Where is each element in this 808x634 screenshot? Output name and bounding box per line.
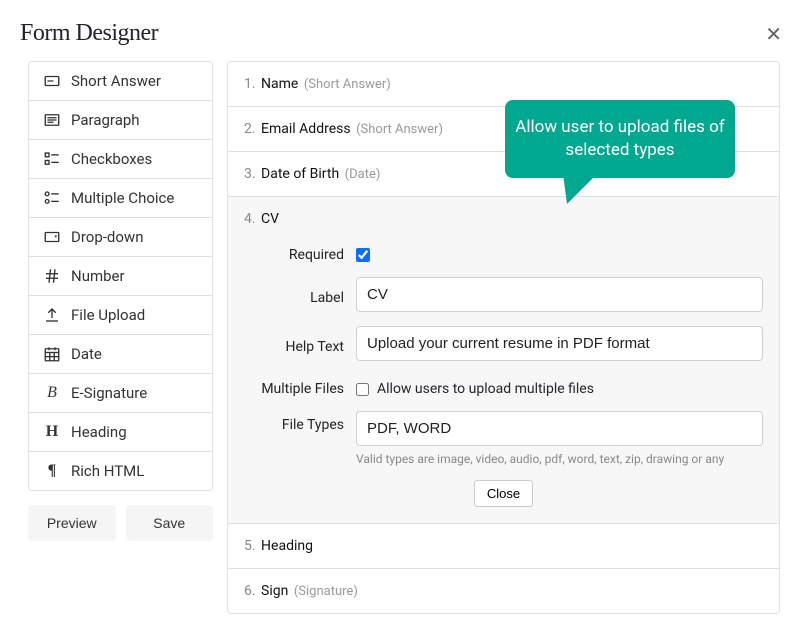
field-type-file-upload[interactable]: File Upload [29,296,212,335]
date-icon [43,345,61,363]
field-number: 6. [244,583,256,599]
file-types-help: Valid types are image, video, audio, pdf… [356,452,763,466]
heading-icon: H [43,423,61,441]
field-type-e-signature[interactable]: B E-Signature [29,374,212,413]
field-type-paragraph[interactable]: Paragraph [29,101,212,140]
drop-down-icon [43,228,61,246]
multiple-files-label: Multiple Files [244,375,344,397]
paragraph-icon [43,111,61,129]
field-hint: (Signature) [294,584,358,599]
field-row-heading[interactable]: 5. Heading [228,524,779,569]
field-type-label: Checkboxes [71,150,152,168]
multiple-files-checkbox[interactable] [356,383,369,396]
field-type-label: Rich HTML [71,462,144,480]
field-name: CV [261,211,279,227]
close-editor-button[interactable]: Close [474,480,533,507]
field-number: 5. [244,538,256,554]
field-type-multiple-choice[interactable]: Multiple Choice [29,179,212,218]
help-text-input[interactable] [356,326,763,361]
label-label: Label [244,284,344,306]
page-title: Form Designer [20,20,158,47]
field-type-label: Heading [71,423,127,441]
required-label: Required [244,241,344,263]
field-hint: (Date) [345,167,381,182]
field-type-label: Date [71,345,102,363]
field-name: Email Address [261,121,351,137]
multiple-files-text: Allow users to upload multiple files [377,381,594,397]
field-number: 1. [244,76,256,92]
field-type-label: E-Signature [71,384,147,402]
save-button[interactable]: Save [126,505,214,541]
sidebar: Short Answer Paragraph Checkboxes Multip… [28,61,213,614]
field-type-label: Number [71,267,125,285]
field-type-drop-down[interactable]: Drop-down [29,218,212,257]
field-type-date[interactable]: Date [29,335,212,374]
callout-text: Allow user to upload files of selected t… [515,117,724,160]
file-upload-icon [43,306,61,324]
help-text-label: Help Text [244,333,344,355]
multiple-choice-icon [43,189,61,207]
field-type-label: File Upload [71,306,145,324]
field-number: 2. [244,121,256,137]
field-row-sign[interactable]: 6. Sign (Signature) [228,569,779,613]
field-type-label: Drop-down [71,228,143,246]
file-types-input[interactable] [356,411,763,446]
required-checkbox[interactable] [356,248,370,262]
field-hint: (Short Answer) [356,122,443,137]
field-type-number[interactable]: Number [29,257,212,296]
field-type-label: Short Answer [71,72,161,90]
field-hint: (Short Answer) [304,77,391,92]
field-type-list: Short Answer Paragraph Checkboxes Multip… [28,61,213,491]
preview-button[interactable]: Preview [28,505,116,541]
field-name: Heading [261,538,313,554]
signature-icon: B [43,384,61,402]
field-row-cv-expanded: 4. CV Required Label Help Text [228,197,779,524]
callout-tooltip: Allow user to upload files of selected t… [505,100,735,178]
file-types-label: File Types [244,411,344,433]
field-type-heading[interactable]: H Heading [29,413,212,452]
field-type-label: Multiple Choice [71,189,174,207]
field-type-short-answer[interactable]: Short Answer [29,62,212,101]
field-name: Sign [261,583,288,599]
number-icon [43,267,61,285]
field-number: 4. [244,211,256,227]
label-input[interactable] [356,277,763,312]
short-answer-icon [43,72,61,90]
field-name: Name [261,76,298,92]
close-icon[interactable]: ✕ [759,22,788,46]
field-type-label: Paragraph [71,111,140,129]
field-header[interactable]: 4. CV [228,197,779,237]
checkboxes-icon [43,150,61,168]
field-number: 3. [244,166,256,182]
rich-html-icon: ¶ [43,462,61,480]
field-type-rich-html[interactable]: ¶ Rich HTML [29,452,212,490]
field-name: Date of Birth [261,166,339,182]
field-type-checkboxes[interactable]: Checkboxes [29,140,212,179]
